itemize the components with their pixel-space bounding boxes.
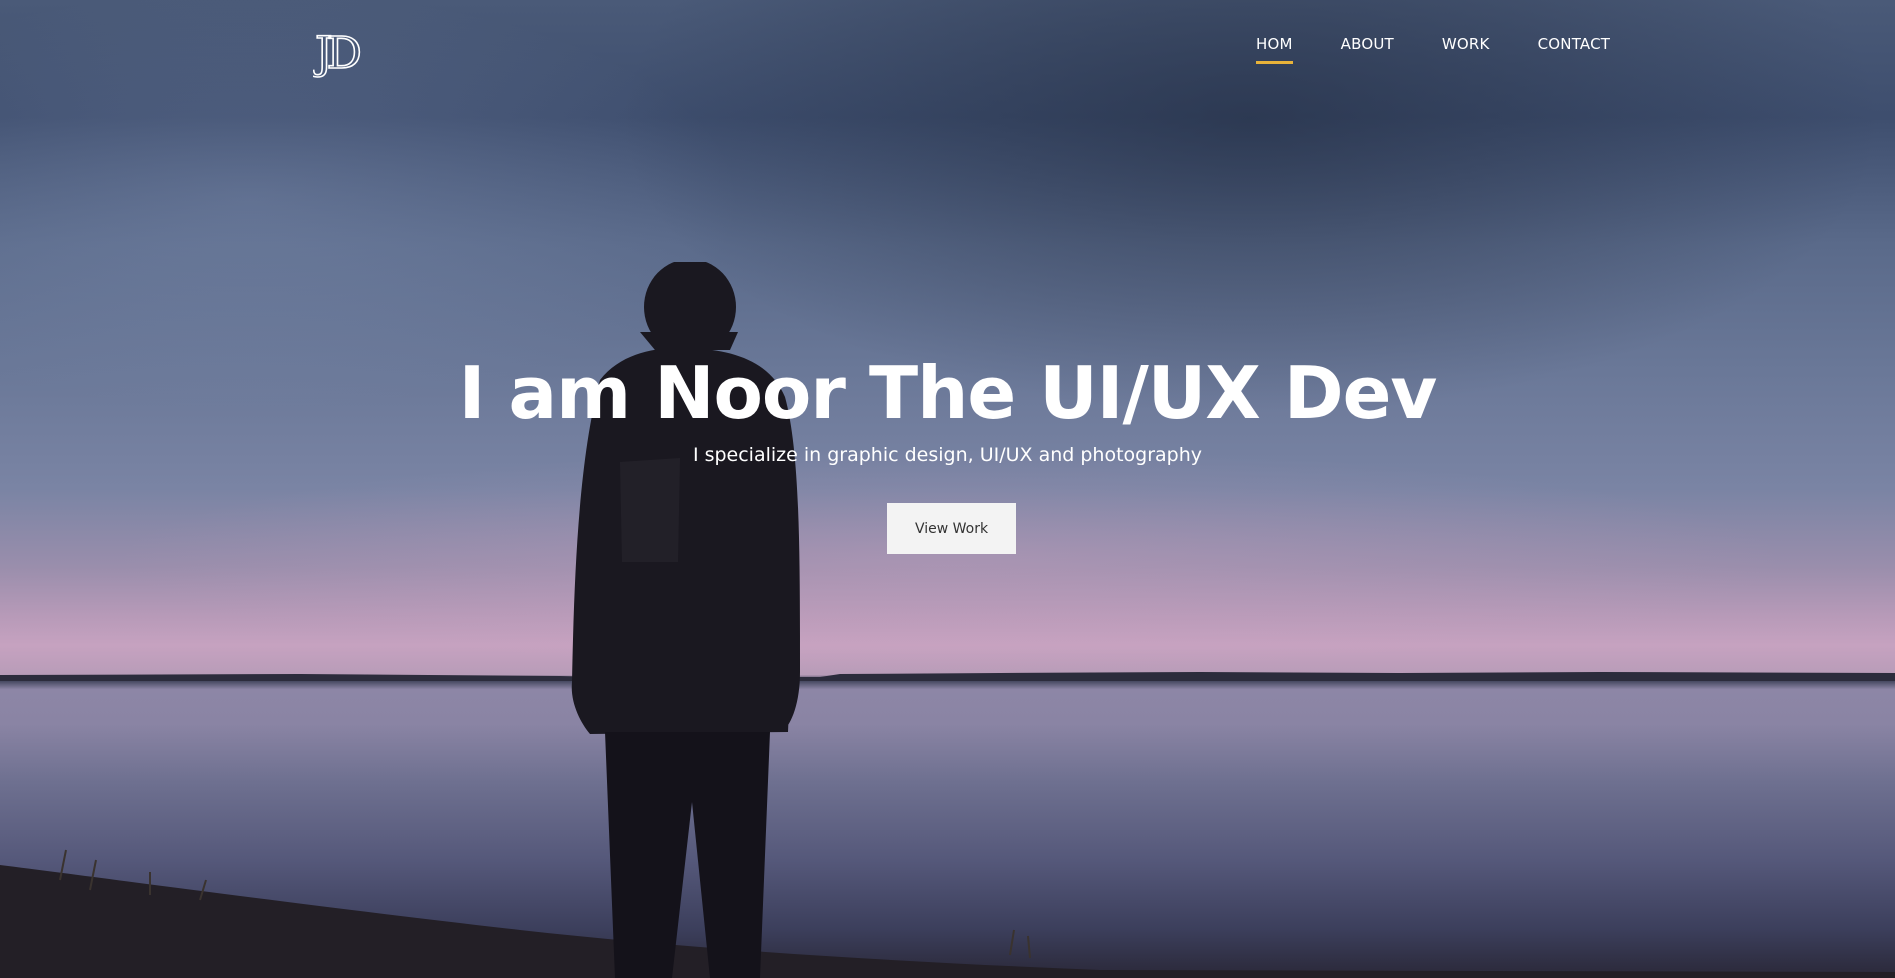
brand-logo[interactable]: JD: [313, 28, 383, 78]
foreground-shore: [0, 849, 1895, 978]
svg-text:JD: JD: [313, 28, 360, 78]
hero-headline: I am Noor The UI/UX Dev: [458, 351, 1438, 435]
nav-item-about[interactable]: ABOUT: [1341, 34, 1394, 54]
hero-section: JD HOM ABOUT WORK CONTACT I am Noor The …: [0, 0, 1895, 978]
hero-subheadline: I specialize in graphic design, UI/UX an…: [692, 444, 1203, 466]
nav-item-contact[interactable]: CONTACT: [1538, 34, 1611, 54]
nav-item-home[interactable]: HOM: [1256, 34, 1293, 64]
nav-item-work[interactable]: WORK: [1442, 34, 1490, 54]
main-nav: HOM ABOUT WORK CONTACT: [1256, 34, 1658, 64]
view-work-button[interactable]: View Work: [887, 503, 1016, 554]
